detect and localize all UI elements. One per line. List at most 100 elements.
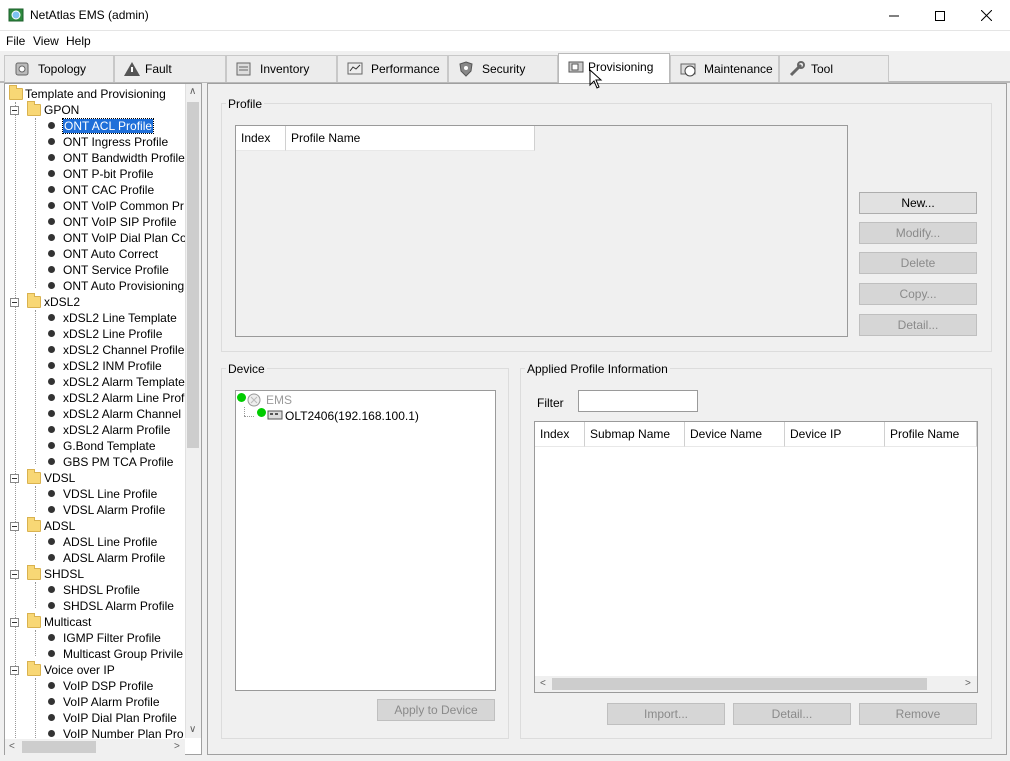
- tree-scroll-thumb[interactable]: [187, 102, 199, 448]
- delete-button[interactable]: Delete: [859, 252, 977, 274]
- tree-item[interactable]: VoIP DSP Profile: [63, 678, 153, 694]
- tree-item[interactable]: xDSL2 Alarm Profile: [63, 422, 170, 438]
- tree-hscroll-thumb[interactable]: [22, 741, 96, 753]
- column-header-device-ip[interactable]: Device IP: [785, 422, 885, 447]
- scroll-left-icon[interactable]: <: [9, 741, 15, 752]
- tab-tool[interactable]: Tool: [779, 55, 889, 82]
- menu-help[interactable]: Help: [66, 34, 91, 48]
- tree-item[interactable]: xDSL2 Line Template: [63, 310, 177, 326]
- minimize-button[interactable]: [871, 0, 917, 31]
- column-header-index[interactable]: Index: [535, 422, 585, 447]
- applied-profile-table[interactable]: Index Submap Name Device Name Device IP …: [534, 421, 978, 693]
- tree-item[interactable]: ONT Auto Provisioning: [63, 278, 184, 294]
- tree-group-gpon[interactable]: GPON: [44, 102, 79, 118]
- collapse-toggle[interactable]: [10, 666, 19, 675]
- scroll-up-icon[interactable]: ∧: [189, 86, 196, 97]
- template-tree[interactable]: Template and Provisioning GPON ONT ACL P…: [4, 83, 202, 755]
- tree-item[interactable]: VDSL Line Profile: [63, 486, 157, 502]
- collapse-toggle[interactable]: [10, 618, 19, 627]
- tree-item[interactable]: IGMP Filter Profile: [63, 630, 161, 646]
- remove-button[interactable]: Remove: [859, 703, 977, 725]
- tree-item[interactable]: ONT VoIP Common Pr: [63, 198, 184, 214]
- tree-item[interactable]: VoIP Dial Plan Profile: [63, 710, 177, 726]
- collapse-toggle[interactable]: [10, 474, 19, 483]
- scroll-left-icon[interactable]: <: [540, 678, 546, 689]
- tree-item-ont-acl-profile[interactable]: ONT ACL Profile: [61, 118, 155, 134]
- column-header-profile-name[interactable]: Profile Name: [286, 126, 535, 151]
- tree-group-adsl[interactable]: ADSL: [44, 518, 75, 534]
- title-bar[interactable]: NetAtlas EMS (admin): [0, 0, 1010, 31]
- applied-table-hscroll-thumb[interactable]: [552, 678, 927, 690]
- tree-item[interactable]: ONT VoIP Dial Plan Co: [63, 230, 187, 246]
- tab-provisioning[interactable]: Provisioning: [558, 53, 670, 83]
- tab-performance[interactable]: Performance: [337, 55, 448, 82]
- collapse-toggle[interactable]: [10, 570, 19, 579]
- column-header-device-name[interactable]: Device Name: [685, 422, 785, 447]
- device-tree[interactable]: EMS OLT2406(192.168.100.1): [235, 390, 496, 691]
- tree-item[interactable]: ONT CAC Profile: [63, 182, 154, 198]
- column-header-profile-name[interactable]: Profile Name: [885, 422, 977, 447]
- tree-item[interactable]: xDSL2 Line Profile: [63, 326, 162, 342]
- tab-fault[interactable]: Fault: [114, 55, 226, 82]
- tree-item[interactable]: xDSL2 INM Profile: [63, 358, 162, 374]
- tab-label: Security: [482, 62, 526, 76]
- maximize-button[interactable]: [917, 0, 963, 31]
- tab-inventory[interactable]: Inventory: [226, 55, 337, 82]
- profile-table[interactable]: Index Profile Name: [235, 125, 848, 337]
- tree-item[interactable]: xDSL2 Alarm Channel: [63, 406, 181, 422]
- tree-group-multicast[interactable]: Multicast: [44, 614, 91, 630]
- tree-item[interactable]: xDSL2 Channel Profile: [63, 342, 184, 358]
- tree-item[interactable]: Multicast Group Privile: [63, 646, 183, 662]
- tab-security[interactable]: Security: [448, 55, 558, 82]
- scroll-right-icon[interactable]: >: [965, 678, 971, 689]
- tree-item[interactable]: ADSL Line Profile: [63, 534, 157, 550]
- menu-view[interactable]: View: [33, 34, 59, 48]
- device-tree-root[interactable]: EMS: [266, 393, 292, 407]
- tab-label: Maintenance: [704, 62, 773, 76]
- tree-item[interactable]: ONT Bandwidth Profile: [63, 150, 185, 166]
- tree-item[interactable]: ADSL Alarm Profile: [63, 550, 165, 566]
- tree-item[interactable]: xDSL2 Alarm Line Prof: [63, 390, 184, 406]
- scroll-right-icon[interactable]: >: [174, 741, 180, 752]
- column-header-index[interactable]: Index: [236, 126, 286, 151]
- tree-item[interactable]: VoIP Alarm Profile: [63, 694, 160, 710]
- tab-maintenance[interactable]: Maintenance: [670, 55, 779, 82]
- tree-item[interactable]: VDSL Alarm Profile: [63, 502, 165, 518]
- tree-item[interactable]: ONT Service Profile: [63, 262, 169, 278]
- collapse-toggle[interactable]: [10, 522, 19, 531]
- collapse-toggle[interactable]: [10, 298, 19, 307]
- tree-item[interactable]: ONT Ingress Profile: [63, 134, 168, 150]
- tree-item[interactable]: SHDSL Alarm Profile: [63, 598, 174, 614]
- device-tree-node-olt2406[interactable]: OLT2406(192.168.100.1): [285, 409, 419, 423]
- new-button[interactable]: New...: [859, 192, 977, 214]
- tree-item[interactable]: ONT Auto Correct: [63, 246, 158, 262]
- apply-to-device-button[interactable]: Apply to Device: [377, 699, 495, 721]
- import-button[interactable]: Import...: [607, 703, 725, 725]
- tree-connector: [35, 678, 36, 738]
- applied-table-hscrollbar[interactable]: < >: [535, 676, 977, 692]
- tree-item[interactable]: SHDSL Profile: [63, 582, 140, 598]
- tree-group-vdsl[interactable]: VDSL: [44, 470, 75, 486]
- tree-group-xdsl2[interactable]: xDSL2: [44, 294, 80, 310]
- tab-topology[interactable]: Topology: [4, 55, 114, 82]
- menu-bar: File View Help: [0, 31, 1010, 51]
- tree-item[interactable]: xDSL2 Alarm Template: [63, 374, 185, 390]
- detail-button[interactable]: Detail...: [859, 314, 977, 336]
- copy-button[interactable]: Copy...: [859, 283, 977, 305]
- modify-button[interactable]: Modify...: [859, 222, 977, 244]
- menu-file[interactable]: File: [6, 34, 25, 48]
- tree-item[interactable]: ONT VoIP SIP Profile: [63, 214, 176, 230]
- close-button[interactable]: [963, 0, 1009, 31]
- applied-detail-button[interactable]: Detail...: [733, 703, 851, 725]
- profile-icon: [48, 282, 55, 289]
- tree-item[interactable]: GBS PM TCA Profile: [63, 454, 173, 470]
- collapse-toggle[interactable]: [10, 106, 19, 115]
- filter-input[interactable]: [578, 390, 698, 412]
- scroll-down-icon[interactable]: ∨: [189, 724, 196, 735]
- tree-item[interactable]: G.Bond Template: [63, 438, 156, 454]
- tree-group-shdsl[interactable]: SHDSL: [44, 566, 84, 582]
- tree-item[interactable]: ONT P-bit Profile: [63, 166, 153, 182]
- column-header-submap-name[interactable]: Submap Name: [585, 422, 685, 447]
- tree-root-label[interactable]: Template and Provisioning: [25, 86, 166, 102]
- tree-group-voip[interactable]: Voice over IP: [44, 662, 115, 678]
